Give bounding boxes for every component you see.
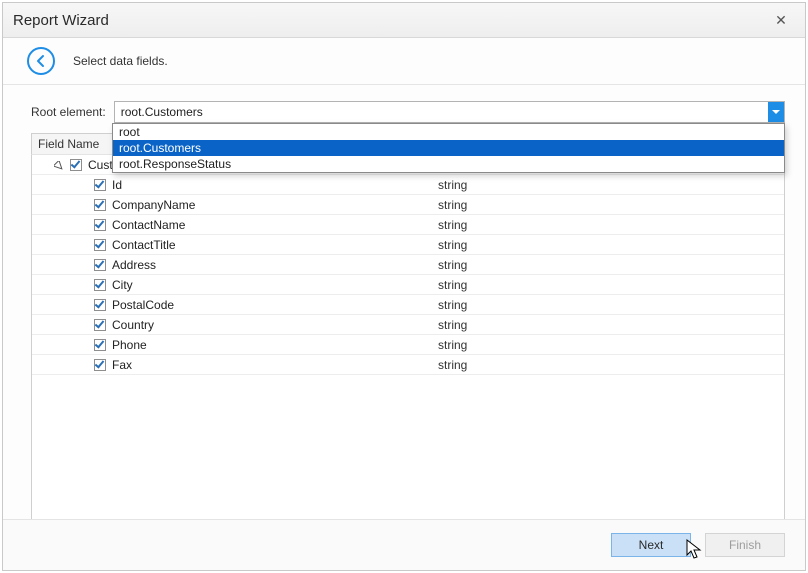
root-element-value: root.Customers xyxy=(115,105,768,119)
tree-row-child[interactable]: ContactTitle string xyxy=(32,235,784,255)
field-type: string xyxy=(432,178,784,192)
checkbox-customers[interactable] xyxy=(70,159,82,171)
field-name: ContactName xyxy=(112,218,185,232)
finish-button: Finish xyxy=(705,533,785,557)
tree-row-child[interactable]: PostalCode string xyxy=(32,295,784,315)
next-button[interactable]: Next xyxy=(611,533,691,557)
checkbox-contactname[interactable] xyxy=(94,219,106,231)
back-button[interactable] xyxy=(27,47,55,75)
field-name: Address xyxy=(112,258,156,272)
tree-row-child[interactable]: Id string xyxy=(32,175,784,195)
field-name: Phone xyxy=(112,338,147,352)
checkbox-address[interactable] xyxy=(94,259,106,271)
checkbox-fax[interactable] xyxy=(94,359,106,371)
tree-row-child[interactable]: CompanyName string xyxy=(32,195,784,215)
wizard-footer: Next Finish xyxy=(3,519,805,570)
field-type: string xyxy=(432,238,784,252)
report-wizard-window: Report Wizard ✕ Select data fields. Root… xyxy=(2,2,806,571)
tree-row-child[interactable]: Fax string xyxy=(32,355,784,375)
checkbox-id[interactable] xyxy=(94,179,106,191)
window-title: Report Wizard xyxy=(13,12,109,29)
field-type: string xyxy=(432,358,784,372)
field-name: Fax xyxy=(112,358,132,372)
field-type: string xyxy=(432,198,784,212)
field-type: string xyxy=(432,258,784,272)
field-type: string xyxy=(432,278,784,292)
checkbox-contacttitle[interactable] xyxy=(94,239,106,251)
field-type: string xyxy=(432,318,784,332)
wizard-body: Root element: root.Customers Field Name … xyxy=(3,85,805,522)
collapse-icon[interactable] xyxy=(54,160,64,170)
wizard-step-header: Select data fields. xyxy=(3,38,805,85)
root-element-row: Root element: root.Customers xyxy=(31,101,785,123)
tree-row-child[interactable]: Phone string xyxy=(32,335,784,355)
field-name: PostalCode xyxy=(112,298,174,312)
checkbox-city[interactable] xyxy=(94,279,106,291)
checkbox-companyname[interactable] xyxy=(94,199,106,211)
step-description: Select data fields. xyxy=(73,54,168,68)
tree-row-child[interactable]: Country string xyxy=(32,315,784,335)
field-name: Id xyxy=(112,178,122,192)
tree-row-child[interactable]: Address string xyxy=(32,255,784,275)
checkbox-postalcode[interactable] xyxy=(94,299,106,311)
chevron-down-icon[interactable] xyxy=(768,102,784,122)
checkbox-country[interactable] xyxy=(94,319,106,331)
field-type: string xyxy=(432,338,784,352)
dropdown-option[interactable]: root xyxy=(113,124,784,140)
fields-grid: Customers IdstringCompanyNamestringConta… xyxy=(31,155,785,536)
dropdown-option[interactable]: root.ResponseStatus xyxy=(113,156,784,172)
checkbox-phone[interactable] xyxy=(94,339,106,351)
field-name: CompanyName xyxy=(112,198,195,212)
field-name: ContactTitle xyxy=(112,238,176,252)
field-type: string xyxy=(432,218,784,232)
titlebar: Report Wizard ✕ xyxy=(3,3,805,38)
tree-row-child[interactable]: ContactName string xyxy=(32,215,784,235)
root-element-combo[interactable]: root.Customers xyxy=(114,101,785,123)
root-element-label: Root element: xyxy=(31,105,106,119)
field-name: City xyxy=(112,278,133,292)
close-icon[interactable]: ✕ xyxy=(767,12,795,29)
field-name: Country xyxy=(112,318,154,332)
dropdown-option[interactable]: root.Customers xyxy=(113,140,784,156)
field-type: string xyxy=(432,298,784,312)
tree-row-child[interactable]: City string xyxy=(32,275,784,295)
root-element-dropdown[interactable]: rootroot.Customersroot.ResponseStatus xyxy=(112,123,785,173)
